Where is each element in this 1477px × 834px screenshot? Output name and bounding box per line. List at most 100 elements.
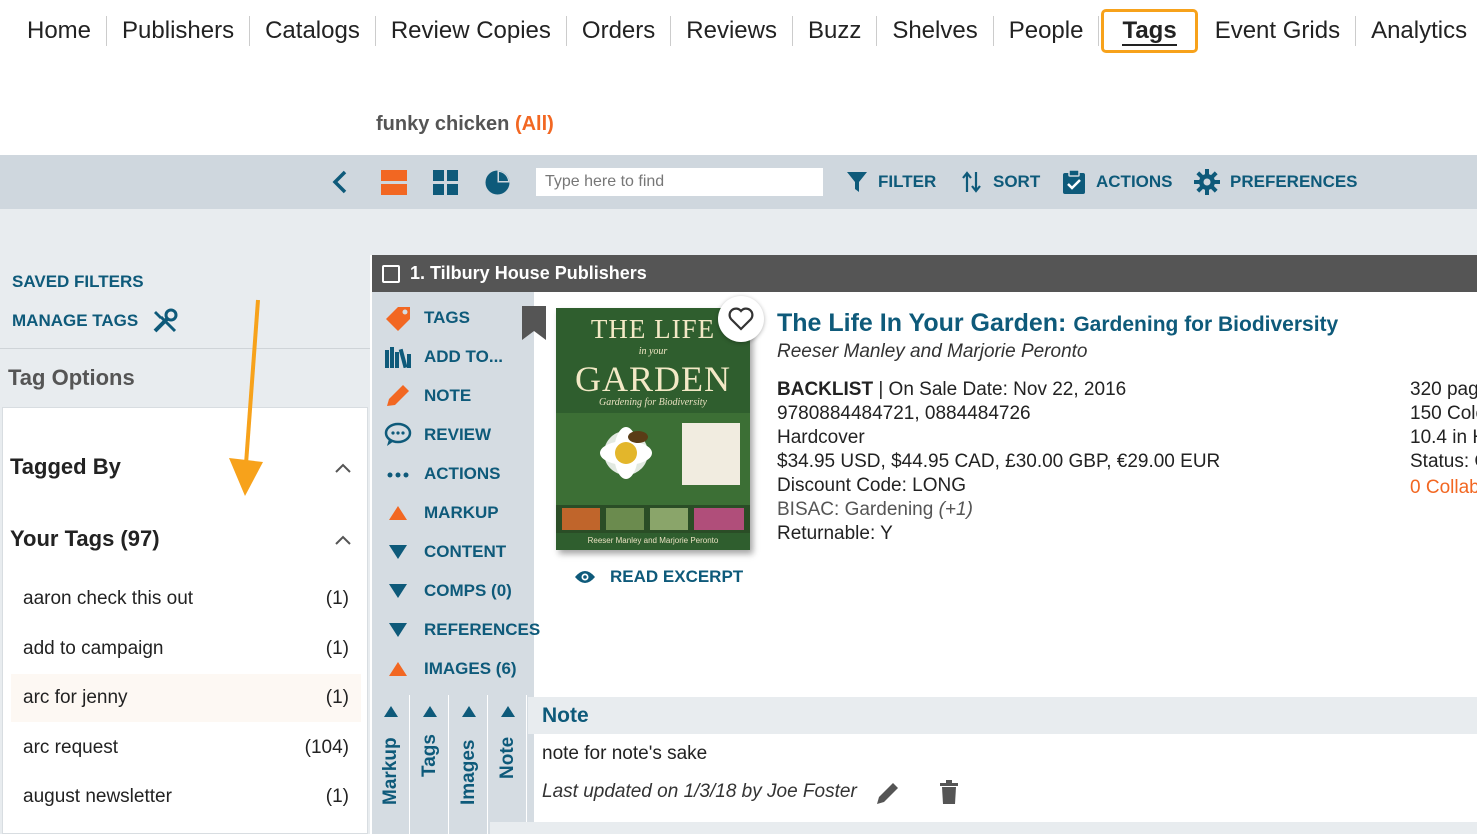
bookmark-icon[interactable]	[520, 306, 548, 340]
note-footer	[490, 822, 1477, 834]
vtab-note[interactable]: Note	[489, 695, 527, 834]
nav-reviews[interactable]: Reviews	[671, 16, 793, 46]
tag-count: (1)	[325, 588, 349, 609]
preferences-button[interactable]: PREFERENCES	[1194, 168, 1358, 196]
bisac-more[interactable]: (+1)	[939, 499, 973, 520]
tag-list-item[interactable]: august newsletter (1)	[11, 773, 361, 821]
tag-options-heading: Tag Options	[8, 365, 135, 390]
returnable: Returnable: Y	[777, 523, 893, 544]
search-input[interactable]	[536, 168, 823, 196]
tagged-by-heading[interactable]: Tagged By	[10, 454, 121, 480]
sort-icon	[962, 171, 981, 193]
sort-label: SORT	[993, 172, 1041, 191]
chevron-up-icon[interactable]	[335, 535, 351, 545]
menu-content[interactable]: CONTENT	[384, 539, 506, 565]
top-nav: Home Publishers Catalogs Review Copies O…	[0, 0, 1477, 62]
heart-icon	[728, 307, 754, 331]
list-view-icon[interactable]	[381, 170, 407, 196]
favorite-button[interactable]	[718, 296, 764, 342]
sidebar-divider	[0, 348, 370, 349]
menu-add-to[interactable]: ADD TO...	[384, 344, 503, 370]
menu-markup[interactable]: MARKUP	[384, 500, 499, 526]
vtab-images[interactable]: Images	[450, 695, 488, 834]
menu-comps[interactable]: COMPS (0)	[384, 578, 512, 604]
tools-icon	[153, 308, 178, 333]
tag-count: (1)	[325, 687, 349, 708]
saved-filters-link[interactable]: SAVED FILTERS	[12, 272, 144, 292]
chevron-left-icon[interactable]	[329, 168, 351, 196]
tag-name: august newsletter	[23, 786, 172, 807]
book-isbn: 9780884484721, 0884484726	[777, 403, 1031, 424]
menu-actions-label: ACTIONS	[424, 464, 501, 483]
nav-event-grids[interactable]: Event Grids	[1200, 16, 1357, 46]
tag-name: arc request	[23, 737, 119, 758]
bisac: BISAC: Gardening	[777, 499, 934, 520]
book-status: BACKLIST	[777, 379, 874, 400]
tag-list-item[interactable]: arc request (104)	[11, 724, 361, 772]
book-status-line: BACKLIST | On Sale Date: Nov 22, 2016	[777, 379, 1126, 401]
book-authors: Reeser Manley and Marjorie Peronto	[777, 341, 1088, 362]
menu-review[interactable]: REVIEW	[384, 422, 491, 448]
trash-icon[interactable]	[939, 780, 959, 806]
cover-title-line3: GARDEN	[575, 359, 731, 399]
filter-label: FILTER	[878, 172, 937, 191]
page-title: funky chicken (All)	[376, 113, 554, 136]
pencil-icon[interactable]	[875, 780, 901, 806]
vtab-label: Images	[458, 739, 479, 805]
manage-tags-label: MANAGE TAGS	[12, 311, 139, 330]
nav-home[interactable]: Home	[12, 16, 108, 46]
menu-tags[interactable]: TAGS	[384, 305, 470, 331]
manage-tags-link[interactable]: MANAGE TAGS	[12, 308, 178, 334]
nav-analytics[interactable]: Analytics	[1356, 16, 1477, 46]
sort-button[interactable]: SORT	[961, 168, 1040, 196]
tag-count: (1)	[325, 786, 349, 807]
vtab-tags[interactable]: Tags	[411, 695, 449, 834]
triangle-up-icon	[423, 706, 437, 717]
tag-list-item[interactable]: arc for jenny (1)	[11, 674, 361, 722]
triangle-down-icon	[389, 545, 407, 559]
nav-publishers[interactable]: Publishers	[107, 16, 251, 46]
nav-shelves[interactable]: Shelves	[877, 16, 994, 46]
read-excerpt-link[interactable]: READ EXCERPT	[574, 567, 743, 587]
book-size: 10.4 in H	[1410, 427, 1477, 448]
vtab-label: Note	[497, 736, 518, 779]
tag-list-item[interactable]: aaron check this out (1)	[11, 575, 361, 623]
cover-flower-illustration-icon	[556, 413, 750, 533]
tag-options-panel: Tagged By Your Tags (97) aaron check thi…	[2, 407, 368, 834]
nav-tags[interactable]: Tags	[1101, 9, 1198, 53]
nav-buzz[interactable]: Buzz	[793, 16, 878, 46]
note-heading: Note	[528, 697, 1477, 734]
triangle-up-icon	[389, 662, 407, 676]
menu-references[interactable]: REFERENCES	[384, 617, 540, 643]
menu-images-label: IMAGES (6)	[424, 659, 517, 678]
filter-button[interactable]: FILTER	[846, 168, 936, 196]
preferences-label: PREFERENCES	[1230, 172, 1358, 191]
collaborators-link[interactable]: 0 Collab	[1410, 477, 1477, 499]
filter-all-link[interactable]: (All)	[515, 113, 554, 135]
nav-orders[interactable]: Orders	[567, 16, 672, 46]
book-cover[interactable]: THE LIFE in your GARDEN Gardening for Bi…	[556, 308, 750, 550]
menu-images[interactable]: IMAGES (6)	[384, 656, 517, 682]
publisher-header: 1. Tilbury House Publishers	[372, 255, 1477, 292]
your-tags-heading[interactable]: Your Tags (97)	[10, 526, 160, 552]
nav-catalogs[interactable]: Catalogs	[250, 16, 376, 46]
book-prices: $34.95 USD, $44.95 CAD, £30.00 GBP, €29.…	[777, 451, 1221, 472]
color-illustrations: 150 Color	[1410, 403, 1477, 424]
actions-button[interactable]: ACTIONS	[1062, 168, 1173, 196]
pie-chart-icon[interactable]	[484, 169, 511, 196]
nav-people[interactable]: People	[994, 16, 1100, 46]
menu-actions[interactable]: ACTIONS	[384, 461, 501, 487]
triangle-up-icon	[501, 706, 515, 717]
nav-review-copies[interactable]: Review Copies	[376, 16, 567, 46]
grid-view-icon[interactable]	[433, 170, 459, 196]
chevron-up-icon[interactable]	[335, 463, 351, 473]
tag-name: add to campaign	[23, 638, 164, 659]
select-checkbox[interactable]	[382, 264, 400, 283]
book-title-link[interactable]: The Life In Your Garden: Gardening for B…	[777, 309, 1338, 338]
menu-note[interactable]: NOTE	[384, 383, 471, 409]
vtab-markup[interactable]: Markup	[372, 695, 410, 834]
status-right: Status: C	[1410, 451, 1477, 472]
vtab-label: Tags	[419, 734, 440, 777]
tag-list-item[interactable]: add to campaign (1)	[11, 625, 361, 673]
cover-title-line2: in your	[638, 346, 668, 357]
